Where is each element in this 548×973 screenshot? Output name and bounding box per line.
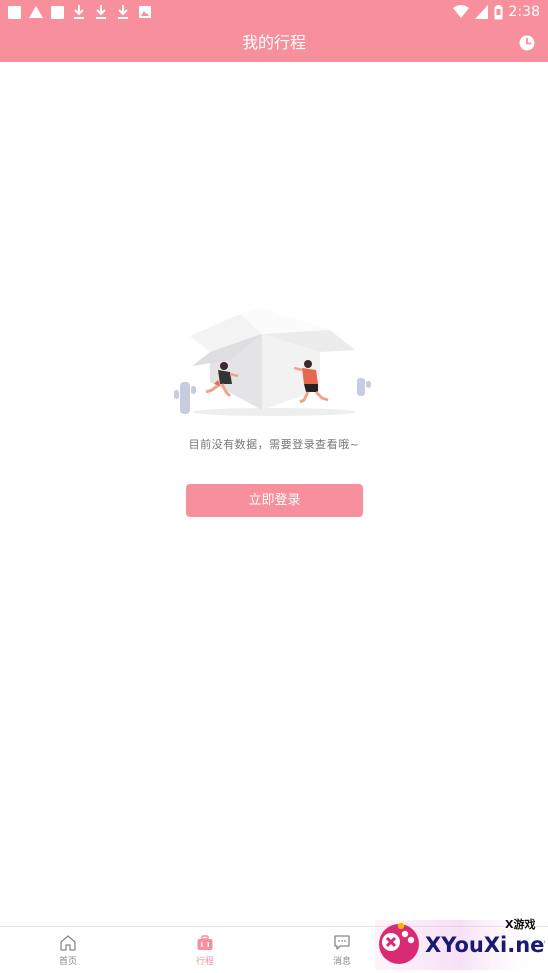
status-time: 2:38: [508, 4, 540, 20]
notification-square-icon: [51, 5, 64, 19]
status-system: 2:38: [452, 3, 540, 21]
home-icon: [60, 935, 76, 951]
status-notifications: [8, 4, 152, 20]
chat-icon: [334, 935, 350, 950]
empty-box-illustration: [174, 308, 371, 416]
tab-trips-label: 行程: [195, 957, 214, 967]
suitcase-icon: [197, 935, 213, 950]
wifi-icon: [452, 5, 469, 18]
tab-home-label: 首页: [58, 957, 77, 967]
history-clock-icon[interactable]: [518, 34, 536, 52]
download-icon: [118, 5, 128, 19]
notification-triangle-icon: [29, 6, 43, 18]
empty-state-message: 目前没有数据，需要登录查看哦~: [188, 438, 360, 451]
image-icon: [139, 6, 151, 18]
cactus-left: [174, 382, 196, 414]
download-icon: [74, 5, 84, 19]
notification-square-icon: [8, 5, 21, 19]
tab-trips[interactable]: 行程: [165, 927, 245, 973]
cactus-right: [357, 378, 371, 396]
xyouxi-watermark-logo: X游戏 XYouXi.net: [375, 917, 545, 970]
watermark-top-text: X游戏: [505, 917, 535, 931]
app-bar: 我的行程: [0, 24, 548, 62]
login-button[interactable]: 立即登录: [186, 484, 363, 517]
battery-icon: [494, 4, 503, 19]
tab-messages-label: 消息: [332, 957, 351, 967]
page-title: 我的行程: [241, 33, 306, 52]
signal-icon: [474, 5, 488, 19]
tab-messages[interactable]: 消息: [302, 927, 382, 973]
tab-home[interactable]: 首页: [28, 927, 108, 973]
watermark-brand: XYouXi.net: [425, 933, 545, 957]
status-bar: 2:38: [0, 0, 548, 24]
download-icon: [96, 5, 106, 19]
